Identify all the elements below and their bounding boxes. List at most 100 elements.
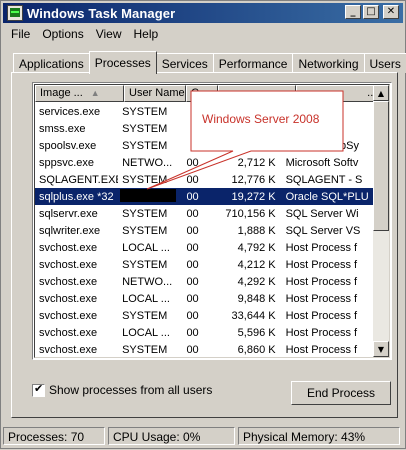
process-user-cell: SYSTEM [118, 174, 176, 186]
scroll-up-icon[interactable]: ▲ [373, 85, 389, 101]
process-memory-cell: 4,292 K [207, 276, 280, 288]
process-image-cell: sppsvc.exe [35, 157, 118, 169]
column-user-name[interactable]: User Name [124, 85, 186, 102]
process-cpu-cell: 00 [176, 327, 207, 339]
column-image-name[interactable]: Image ...▲ [35, 85, 124, 102]
process-cpu-cell: 00 [176, 157, 207, 169]
end-process-button[interactable]: End Process [291, 381, 391, 405]
process-description-cell: Host Process f [280, 344, 373, 356]
column-memory[interactable] [218, 85, 296, 102]
table-row[interactable]: sqlservr.exeSYSTEM00710,156 KSQL Server … [35, 205, 373, 222]
process-memory-cell: 1,888 K [207, 225, 280, 237]
menu-file[interactable]: File [5, 25, 36, 45]
show-all-checkbox[interactable] [32, 384, 45, 397]
process-user-cell: SYSTEM [118, 208, 176, 220]
process-user-cell [118, 189, 176, 205]
process-image-cell: svchost.exe [35, 344, 118, 356]
process-user-cell: LOCAL ... [118, 242, 176, 254]
tab-users[interactable]: Users [364, 53, 406, 73]
process-memory-cell: 5,596 K [207, 327, 280, 339]
table-row[interactable]: sqlwriter.exeSYSTEM001,888 KSQL Server V… [35, 222, 373, 239]
process-memory-cell: ...,120 K [207, 140, 280, 152]
show-all-label: Show processes from all users [49, 383, 212, 397]
tab-applications[interactable]: Applications [13, 53, 90, 73]
scroll-down-icon[interactable]: ▼ [373, 341, 389, 357]
process-image-cell: sqlwriter.exe [35, 225, 118, 237]
process-user-cell: SYSTEM [118, 225, 176, 237]
process-user-cell: SYSTEM [118, 344, 176, 356]
status-cpu: CPU Usage: 0% [108, 427, 235, 445]
close-button[interactable]: ✕ [383, 5, 399, 19]
process-image-cell: svchost.exe [35, 276, 118, 288]
process-description-cell: SQL Server Wi [280, 208, 373, 220]
table-row[interactable]: svchost.exeSYSTEM0033,644 KHost Process … [35, 307, 373, 324]
process-description-cell: Host Process f [280, 327, 373, 339]
process-memory-cell: 4,792 K [207, 242, 280, 254]
table-row[interactable]: svchost.exeSYSTEM004,212 KHost Process f [35, 256, 373, 273]
title-bar[interactable]: Windows Task Manager _ □ ✕ [3, 3, 403, 23]
process-memory-cell: 9,848 K [207, 293, 280, 305]
tab-strip: Applications Processes Services Performa… [13, 51, 406, 73]
process-description-cell: Spooler SubSy [280, 140, 373, 152]
process-rows: services.exeSYSTEM...nd Csmss.exeSYSTEM.… [35, 103, 373, 358]
process-cpu-cell: 00 [176, 242, 207, 254]
process-image-cell: svchost.exe [35, 293, 118, 305]
process-user-cell: SYSTEM [118, 310, 176, 322]
window-title: Windows Task Manager [27, 6, 175, 21]
table-row[interactable]: sppsvc.exeNETWO...002,712 KMicrosoft Sof… [35, 154, 373, 171]
process-image-cell: SQLAGENT.EXE [35, 174, 118, 186]
process-cpu-cell: 00 [176, 174, 207, 186]
tab-services[interactable]: Services [156, 53, 214, 73]
process-user-cell: NETWO... [118, 157, 176, 169]
process-image-cell: svchost.exe [35, 242, 118, 254]
callout-text: Windows Server 2008 [202, 112, 319, 126]
minimize-button[interactable]: _ [345, 5, 361, 19]
table-row[interactable]: svchost.exeLOCAL ...005,596 KHost Proces… [35, 324, 373, 341]
process-cpu-cell: 00 [176, 344, 207, 356]
process-user-cell: SYSTEM [118, 106, 176, 118]
menu-help[interactable]: Help [128, 25, 165, 45]
table-row[interactable]: svchost.exeSYSTEM006,860 KHost Process f [35, 341, 373, 358]
process-memory-cell: 4,212 K [207, 259, 280, 271]
process-image-cell: sqlservr.exe [35, 208, 118, 220]
tab-networking[interactable]: Networking [292, 53, 364, 73]
menu-bar: File Options View Help [5, 25, 164, 45]
process-user-cell: SYSTEM [118, 123, 176, 135]
process-image-cell: svchost.exe [35, 310, 118, 322]
tab-performance[interactable]: Performance [213, 53, 294, 73]
process-description-cell: Host Process f [280, 242, 373, 254]
table-row[interactable]: SQLAGENT.EXESYSTEM0012,776 KSQLAGENT - S [35, 171, 373, 188]
process-cpu-cell: 00 [176, 310, 207, 322]
table-row[interactable]: svchost.exeLOCAL ...004,792 KHost Proces… [35, 239, 373, 256]
process-cpu-cell: 00 [176, 276, 207, 288]
process-image-cell: svchost.exe [35, 327, 118, 339]
status-memory: Physical Memory: 43% [238, 427, 400, 445]
process-image-cell: sqlplus.exe *32 [35, 191, 118, 203]
process-memory-cell: 19,272 K [207, 191, 280, 203]
caption-buttons: _ □ ✕ [345, 5, 399, 19]
scroll-thumb[interactable] [373, 101, 389, 231]
table-row[interactable]: svchost.exeNETWO...004,292 KHost Process… [35, 273, 373, 290]
maximize-button[interactable]: □ [363, 5, 379, 19]
process-user-cell: SYSTEM [118, 259, 176, 271]
process-image-cell: services.exe [35, 106, 118, 118]
process-description-cell: Host Process f [280, 276, 373, 288]
menu-view[interactable]: View [90, 25, 128, 45]
table-row[interactable]: svchost.exeLOCAL ...009,848 KHost Proces… [35, 290, 373, 307]
process-description-cell: Host Process f [280, 293, 373, 305]
menu-options[interactable]: Options [36, 25, 89, 45]
table-row[interactable]: spoolsv.exeSYSTEM...,120 KSpooler SubSy [35, 137, 373, 154]
tab-processes[interactable]: Processes [89, 51, 157, 74]
show-all-processes[interactable]: Show processes from all users [32, 383, 212, 397]
vertical-scrollbar[interactable]: ▲ ▼ [373, 85, 389, 357]
status-bar: Processes: 70 CPU Usage: 0% Physical Mem… [3, 427, 403, 447]
process-cpu-cell: 00 [176, 208, 207, 220]
process-memory-cell: 2,712 K [207, 157, 280, 169]
process-description-cell: Host Process f [280, 259, 373, 271]
process-cpu-cell: 00 [176, 293, 207, 305]
column-cpu[interactable]: C [186, 85, 218, 102]
table-row[interactable]: sqlplus.exe *320019,272 KOracle SQL*PLU [35, 188, 373, 205]
process-description-cell: Host Process f [280, 310, 373, 322]
process-user-cell: SYSTEM [118, 140, 176, 152]
process-user-cell: LOCAL ... [118, 293, 176, 305]
